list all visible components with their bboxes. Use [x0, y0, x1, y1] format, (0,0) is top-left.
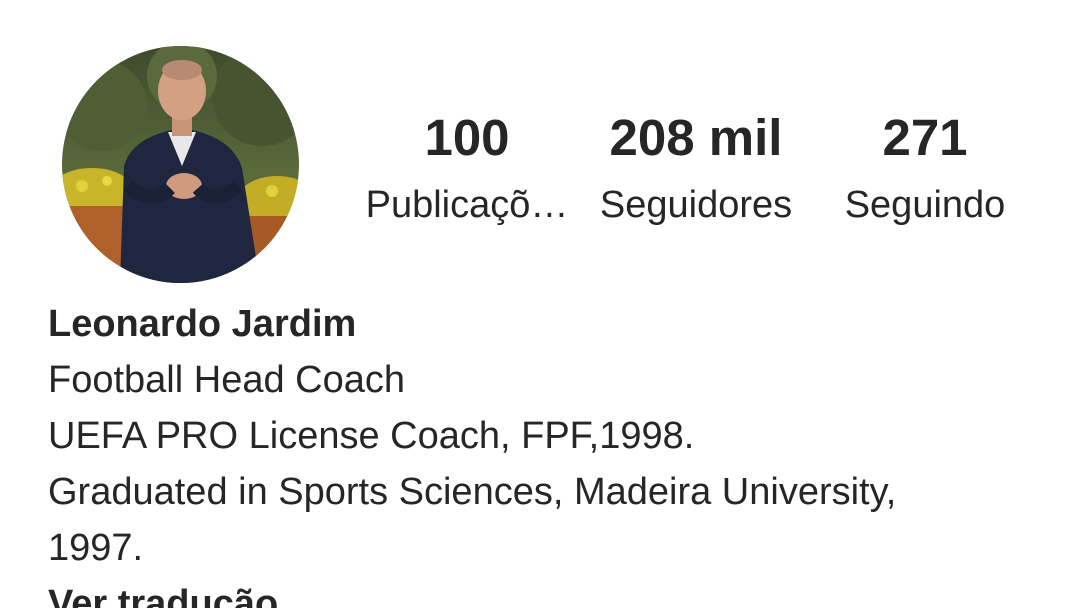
see-translation-link[interactable]: Ver tradução [48, 576, 1038, 608]
following-stat[interactable]: 271 Seguindo [836, 106, 1014, 230]
bio-line: Graduated in Sports Sciences, Madeira Un… [48, 471, 897, 513]
profile-bio: Leonardo Jardim Football Head Coach UEFA… [48, 296, 1038, 608]
posts-count: 100 [424, 109, 510, 166]
following-label: Seguindo [844, 184, 1006, 226]
followers-count: 208 mil [609, 109, 783, 166]
posts-label: Publicaçõ… [365, 184, 569, 226]
following-count: 271 [882, 109, 968, 166]
bio-line: 1997. [48, 527, 144, 569]
posts-stat[interactable]: 100 Publicaçõ… [358, 106, 576, 230]
bio-line: UEFA PRO License Coach, FPF,1998. [48, 415, 695, 457]
avatar-photo [62, 46, 299, 283]
profile-name: Leonardo Jardim [48, 303, 357, 345]
profile-screen: 100 Publicaçõ… 208 mil Seguidores 271 Se… [0, 0, 1080, 608]
bio-line: Football Head Coach [48, 359, 405, 401]
profile-avatar[interactable] [62, 46, 299, 283]
followers-stat[interactable]: 208 mil Seguidores [588, 106, 804, 230]
followers-label: Seguidores [599, 184, 793, 226]
